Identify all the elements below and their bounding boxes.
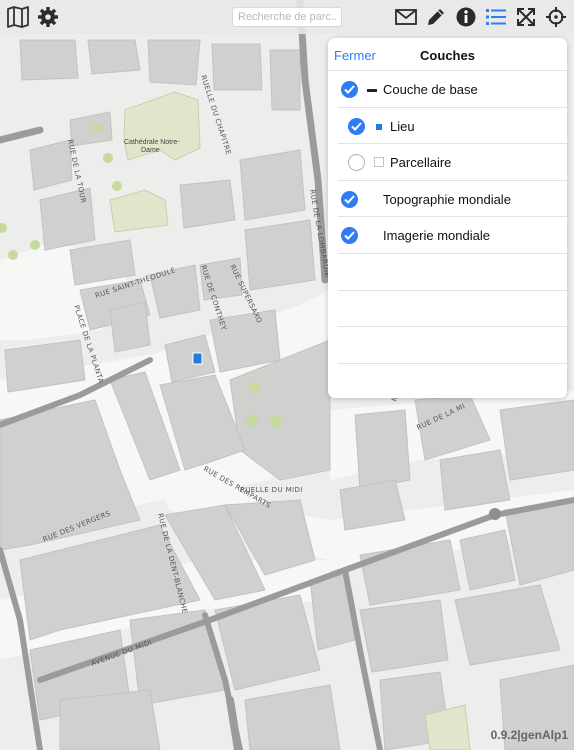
street-label: RUELLE DU MIDI — [240, 486, 303, 494]
expand-icon[interactable] — [513, 5, 539, 29]
cathedral-label: Dame — [141, 147, 160, 154]
checked-icon[interactable] — [341, 81, 358, 98]
info-icon[interactable] — [453, 5, 479, 29]
version-label: 0.9.2|genAlp1 — [490, 728, 568, 742]
top-toolbar — [0, 0, 574, 34]
layer-row-imagerie-mondiale[interactable]: Imagerie mondiale — [338, 217, 567, 254]
empty-row — [338, 254, 567, 291]
close-button[interactable]: Fermer — [334, 48, 376, 63]
layer-label: Parcellaire — [390, 155, 452, 171]
layer-label: Lieu — [390, 118, 415, 134]
gear-icon[interactable] — [35, 5, 61, 29]
layer-row-topographie-mondiale[interactable]: Topographie mondiale — [338, 181, 567, 218]
pencil-icon[interactable] — [423, 5, 449, 29]
layers-panel: Fermer Couches Couche de base Lieu Parce… — [328, 38, 567, 398]
polygon-symbol-icon — [374, 157, 384, 168]
search-input[interactable] — [232, 7, 342, 27]
crosshair-icon[interactable] — [543, 5, 569, 29]
mail-icon[interactable] — [393, 5, 419, 29]
line-symbol-icon — [367, 89, 377, 92]
layer-label: Couche de base — [383, 82, 478, 97]
layer-row-couche-de-base[interactable]: Couche de base — [338, 71, 567, 108]
panel-header: Fermer Couches — [328, 38, 567, 71]
checked-icon[interactable] — [341, 227, 358, 245]
unchecked-icon[interactable] — [348, 154, 365, 172]
checked-icon[interactable] — [341, 190, 358, 208]
empty-row — [338, 291, 567, 328]
point-symbol-icon — [376, 123, 382, 130]
cathedral-label: Cathédrale Notre- — [124, 139, 180, 146]
empty-row — [338, 327, 567, 364]
list-icon[interactable] — [483, 5, 509, 29]
checked-icon[interactable] — [348, 117, 365, 135]
map-icon[interactable] — [5, 5, 31, 29]
layer-row-parcellaire[interactable]: Parcellaire — [338, 144, 567, 181]
layer-label: Imagerie mondiale — [383, 228, 490, 244]
layer-label: Topographie mondiale — [383, 191, 511, 207]
layer-row-lieu[interactable]: Lieu — [338, 108, 567, 145]
